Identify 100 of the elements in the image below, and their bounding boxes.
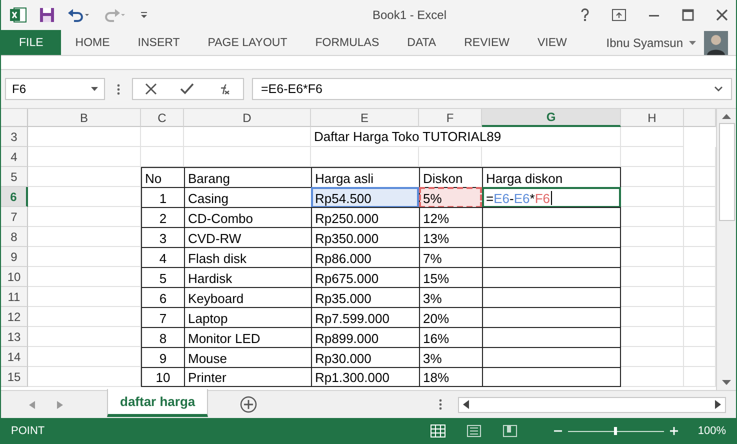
user-name[interactable]: Ibnu Syamsun (606, 36, 683, 50)
column-header[interactable]: C (141, 109, 184, 127)
cancel-icon[interactable] (144, 83, 157, 95)
table-cell[interactable]: 9 (141, 347, 184, 368)
ribbon-tab[interactable]: REVIEW (450, 30, 524, 55)
row-header[interactable]: 8 (1, 227, 28, 247)
table-cell[interactable]: 18% (419, 367, 482, 387)
grid-cell[interactable] (621, 147, 684, 167)
grid-cell[interactable] (621, 167, 684, 187)
table-cell[interactable]: Rp35.000 (311, 287, 419, 308)
row-header[interactable]: 10 (1, 267, 28, 287)
grid-cell[interactable] (419, 147, 482, 167)
ribbon-tab[interactable]: PAGE LAYOUT (194, 30, 302, 55)
ribbon-tab[interactable]: DATA (393, 30, 450, 55)
row-header[interactable]: 5 (1, 167, 28, 187)
table-cell[interactable]: Hardisk (184, 267, 311, 288)
undo-icon[interactable] (67, 7, 91, 23)
grid-cell[interactable] (621, 187, 684, 207)
horizontal-scrollbar[interactable] (458, 396, 726, 412)
grid-cell[interactable] (28, 267, 141, 287)
table-cell[interactable]: 10 (141, 367, 184, 387)
sheet-tab[interactable]: daftar harga (107, 388, 208, 416)
grid-cell[interactable] (184, 127, 311, 147)
table-cell[interactable]: 5% (419, 187, 482, 208)
previous-sheet-icon[interactable] (29, 400, 35, 408)
zoom-slider-thumb[interactable] (614, 427, 618, 435)
grid-cell[interactable] (621, 327, 684, 347)
customize-menu-icon[interactable] (139, 10, 149, 20)
table-cell[interactable]: Rp250.000 (311, 207, 419, 228)
column-header[interactable]: E (311, 109, 419, 127)
grid-cell[interactable] (28, 127, 141, 147)
grid-cell[interactable] (311, 147, 419, 167)
grid-cell[interactable] (184, 147, 311, 167)
help-icon[interactable] (580, 8, 590, 22)
table-cell[interactable]: 2 (141, 207, 184, 228)
formula-field[interactable]: =E6-E6*F6 (252, 78, 732, 100)
table-cell[interactable]: Rp7.599.000 (311, 307, 419, 328)
row-header[interactable]: 14 (1, 347, 28, 367)
scroll-left-icon[interactable] (463, 400, 469, 409)
table-cell[interactable]: Rp54.500 (311, 187, 419, 208)
grid-cell[interactable] (621, 367, 684, 387)
table-cell[interactable]: 6 (141, 287, 184, 308)
table-cell[interactable]: 1 (141, 187, 184, 208)
more-options-icon[interactable] (117, 84, 120, 94)
grid-cell[interactable] (28, 227, 141, 247)
table-cell[interactable]: Keyboard (184, 287, 311, 308)
row-header[interactable]: 11 (1, 287, 28, 307)
grid-cell[interactable] (482, 147, 621, 167)
avatar-icon[interactable] (704, 30, 728, 54)
caret-icon[interactable] (91, 87, 98, 91)
table-cell[interactable]: Printer (184, 367, 311, 387)
table-cell[interactable] (482, 307, 621, 328)
grid-cell[interactable] (28, 207, 141, 227)
ribbon-tab[interactable]: VIEW (523, 30, 581, 55)
grid-cell[interactable] (28, 147, 141, 167)
maximize-icon[interactable] (682, 9, 694, 21)
sheet-title[interactable]: Daftar Harga Toko TUTORIAL89 (311, 127, 621, 147)
table-cell[interactable]: 5 (141, 267, 184, 288)
table-cell[interactable] (482, 227, 621, 248)
table-cell[interactable]: Rp350.000 (311, 227, 419, 248)
table-cell[interactable]: No (141, 167, 184, 188)
table-cell[interactable]: Monitor LED (184, 327, 311, 348)
table-cell[interactable] (482, 327, 621, 348)
grid-cell[interactable] (621, 267, 684, 287)
column-header[interactable]: G (482, 109, 621, 127)
ribbon-tab[interactable]: INSERT (124, 30, 194, 55)
table-cell[interactable]: Barang (184, 167, 311, 188)
table-cell[interactable] (482, 347, 621, 368)
ribbon-display-icon[interactable] (612, 9, 626, 21)
row-header[interactable]: 9 (1, 247, 28, 267)
ribbon-tab[interactable]: HOME (61, 30, 124, 55)
table-cell[interactable]: 4 (141, 247, 184, 268)
table-cell[interactable]: Harga diskon (482, 167, 621, 188)
grid-cell[interactable] (28, 307, 141, 327)
redo-icon[interactable] (103, 7, 127, 23)
row-header[interactable]: 15 (1, 367, 28, 387)
page-break-view-icon[interactable] (502, 424, 518, 438)
page-layout-view-icon[interactable] (466, 424, 482, 438)
zoom-level[interactable]: 100% (698, 425, 726, 437)
table-cell[interactable]: 13% (419, 227, 482, 248)
table-cell[interactable]: 7 (141, 307, 184, 328)
table-cell[interactable]: 8 (141, 327, 184, 348)
grid-cell[interactable] (28, 327, 141, 347)
row-header[interactable]: 6 (1, 187, 28, 207)
table-cell[interactable]: 3% (419, 347, 482, 368)
table-cell[interactable] (482, 267, 621, 288)
table-cell[interactable]: Flash disk (184, 247, 311, 268)
grid-cell[interactable] (28, 347, 141, 367)
scroll-up-icon[interactable] (722, 113, 731, 119)
row-header[interactable]: 4 (1, 147, 28, 167)
grid-cell[interactable] (141, 127, 184, 147)
table-cell[interactable]: CD-Combo (184, 207, 311, 228)
formula-cell[interactable]: =E6-E6*F6 (482, 187, 621, 208)
table-cell[interactable]: CVD-RW (184, 227, 311, 248)
grid-cell[interactable] (621, 227, 684, 247)
grid-cell[interactable] (28, 247, 141, 267)
expand-icon[interactable] (714, 86, 723, 92)
enter-check-icon[interactable] (180, 83, 194, 95)
row-header[interactable]: 12 (1, 307, 28, 327)
table-cell[interactable]: 12% (419, 207, 482, 228)
